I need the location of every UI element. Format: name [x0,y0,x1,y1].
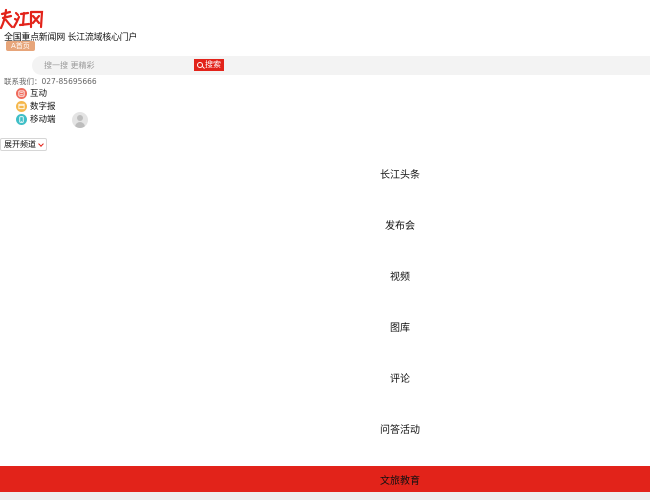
contact-info: 联系我们：027-85695666 [4,77,97,86]
site-logo[interactable] [0,8,44,30]
channel-item-culture[interactable]: 文旅教育 [150,465,650,493]
quick-link-label: 移动端 [30,115,56,125]
mobile-icon [16,113,27,125]
quick-link-mobile[interactable]: 移动端 [16,113,56,125]
channel-item-video[interactable]: 视频 [150,261,650,289]
channel-item-press[interactable]: 发布会 [150,210,650,238]
bottom-divider [0,492,650,500]
quick-link-interact[interactable]: 互动 [16,87,47,99]
search-icon [197,62,203,68]
search-button[interactable]: 搜索 [194,59,224,71]
home-link[interactable]: A首页 [6,41,35,51]
channel-item-comment[interactable]: 评论 [150,363,650,391]
quick-link-newspaper[interactable]: 数字报 [16,100,56,112]
search-bar: 搜索 [32,56,650,75]
channel-item-gallery[interactable]: 图库 [150,312,650,340]
newspaper-icon [16,100,27,112]
interact-icon [16,87,27,99]
chevron-down-icon [38,140,44,147]
search-input[interactable] [44,56,184,75]
expand-channels-button[interactable]: 展开频道 [0,138,47,151]
channel-item-qa[interactable]: 问答活动 [150,414,650,442]
expand-channels-label: 展开频道 [4,140,36,149]
quick-link-label: 数字报 [30,102,56,112]
search-button-label: 搜索 [205,60,221,69]
user-avatar-icon[interactable] [72,112,88,128]
quick-link-label: 互动 [30,89,48,99]
channel-item-headlines[interactable]: 长江头条 [150,159,650,187]
